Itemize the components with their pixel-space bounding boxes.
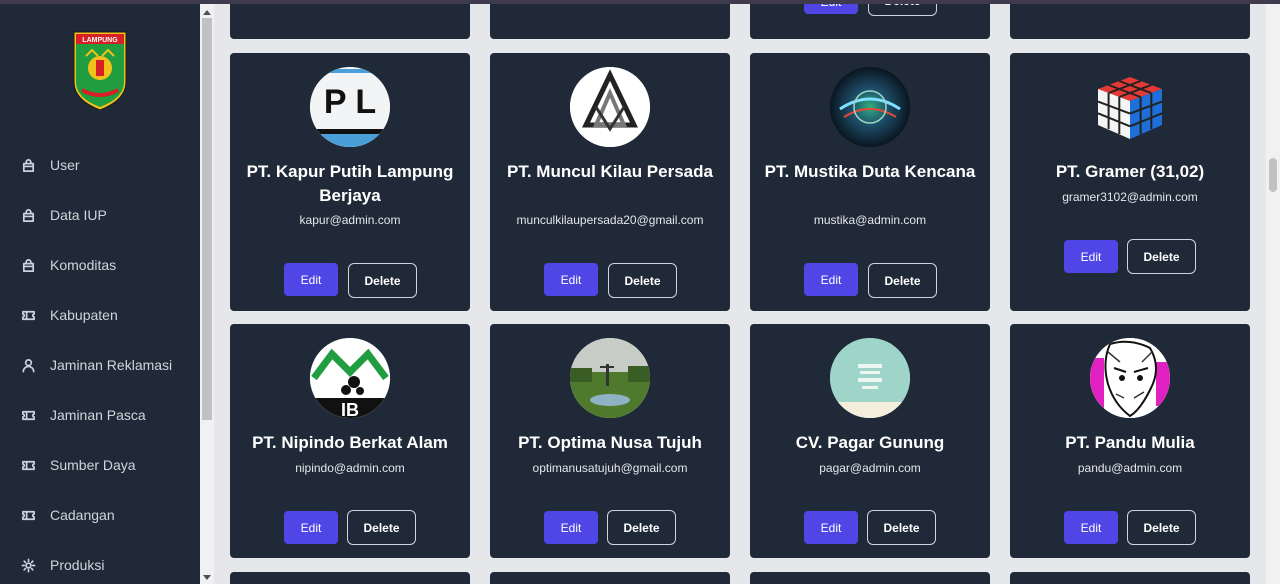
company-card-partial: Edit Delete — [750, 0, 990, 39]
company-avatar — [830, 67, 910, 147]
sidebar-item-produksi[interactable]: Produksi — [20, 550, 104, 580]
window-top-border — [0, 0, 1280, 4]
sidebar-item-komoditas[interactable]: Komoditas — [20, 250, 116, 280]
avatar-text: P L — [324, 83, 376, 121]
logo-text: LAMPUNG — [82, 37, 118, 44]
delete-button[interactable]: Delete — [1127, 239, 1196, 274]
company-email: kapur@admin.com — [299, 213, 401, 227]
company-name: PT. Mustika Duta Kencana — [764, 162, 976, 181]
company-card: IB PT. Nipindo Berkat Alam nipindo@admin… — [230, 324, 470, 558]
company-email: mustika@admin.com — [813, 213, 927, 227]
sidebar-item-cadangan[interactable]: Cadangan — [20, 500, 115, 530]
company-card-partial — [490, 572, 730, 584]
company-email: optimanusatujuh@gmail.com — [532, 461, 688, 475]
sidebar-item-sumber-daya[interactable]: Sumber Daya — [20, 450, 136, 480]
page-scrollbar[interactable] — [1266, 4, 1280, 584]
sidebar-item-user[interactable]: User — [20, 150, 80, 180]
edit-button[interactable]: Edit — [804, 263, 858, 296]
company-card: CV. Pagar Gunung pagar@admin.com Edit De… — [750, 324, 990, 558]
bag-icon — [20, 207, 36, 223]
company-card-partial — [750, 572, 990, 584]
company-card-partial — [230, 0, 470, 39]
company-name: PT. Kapur Putih Lampung Berjaya — [246, 162, 454, 205]
delete-button[interactable]: Delete — [868, 263, 937, 298]
avatar-text: IB — [341, 400, 359, 418]
ticket-icon — [20, 507, 36, 523]
company-card: PT. Optima Nusa Tujuh optimanusatujuh@gm… — [490, 324, 730, 558]
company-card-partial — [490, 0, 730, 39]
company-email: nipindo@admin.com — [295, 461, 405, 475]
company-avatar — [830, 338, 910, 418]
company-avatar — [570, 67, 650, 147]
sidebar-item-label: Cadangan — [50, 507, 115, 523]
ticket-icon — [20, 457, 36, 473]
lampung-logo: LAMPUNG — [72, 30, 128, 111]
bag-icon — [20, 157, 36, 173]
company-avatar: IB — [310, 338, 390, 418]
company-name: PT. Optima Nusa Tujuh — [518, 433, 702, 452]
company-name: PT. Muncul Kilau Persada — [507, 162, 713, 181]
delete-button[interactable]: Delete — [348, 263, 417, 298]
delete-button[interactable]: Delete — [607, 510, 676, 545]
ticket-icon — [20, 407, 36, 423]
sidebar-item-label: Jaminan Pasca — [50, 407, 146, 423]
company-avatar — [1090, 67, 1170, 147]
company-card: P L PT. Kapur Putih Lampung Berjaya kapu… — [230, 53, 470, 311]
sidebar-item-jaminan-reklamasi[interactable]: Jaminan Reklamasi — [20, 350, 172, 380]
edit-button[interactable]: Edit — [544, 511, 598, 544]
company-name: PT. Nipindo Berkat Alam — [252, 433, 448, 452]
sidebar-item-kabupaten[interactable]: Kabupaten — [20, 300, 118, 330]
company-email: pagar@admin.com — [819, 461, 921, 475]
sidebar-item-label: Komoditas — [50, 257, 117, 273]
company-email: munculkilaupersada20@gmail.com — [516, 213, 704, 227]
edit-button[interactable]: Edit — [544, 263, 598, 296]
company-avatar — [1090, 338, 1170, 418]
sidebar-item-label: Data IUP — [50, 207, 107, 223]
sidebar-item-label: User — [50, 157, 80, 173]
sidebar-item-label: Produksi — [50, 557, 105, 573]
company-card: PT. Muncul Kilau Persada munculkilaupers… — [490, 53, 730, 311]
sidebar-item-jaminan-pasca[interactable]: Jaminan Pasca — [20, 400, 146, 430]
edit-button[interactable]: Edit — [284, 511, 338, 544]
delete-button[interactable]: Delete — [1127, 510, 1196, 545]
company-card-partial — [1010, 0, 1250, 39]
company-name: PT. Gramer (31,02) — [1055, 162, 1205, 181]
delete-button[interactable]: Delete — [347, 510, 416, 545]
company-name: PT. Pandu Mulia — [1065, 433, 1195, 452]
company-email: gramer3102@admin.com — [1062, 190, 1198, 204]
scrollbar-thumb[interactable] — [1269, 158, 1277, 192]
company-avatar: P L — [310, 67, 390, 147]
company-avatar — [570, 338, 650, 418]
scrollbar-thumb[interactable] — [202, 18, 212, 420]
edit-button[interactable]: Edit — [1064, 240, 1118, 273]
delete-button[interactable]: Delete — [867, 510, 936, 545]
bag-icon — [20, 257, 36, 273]
edit-button[interactable]: Edit — [1064, 511, 1118, 544]
gear-icon — [20, 557, 36, 573]
company-name: CV. Pagar Gunung — [795, 433, 945, 452]
company-card-partial — [230, 572, 470, 584]
sidebar: LAMPUNG User Data IUP Komoditas Kabupate… — [0, 0, 200, 584]
company-card-partial — [1010, 572, 1250, 584]
edit-button[interactable]: Edit — [804, 511, 858, 544]
scroll-up-arrow-icon[interactable] — [203, 10, 211, 15]
ticket-icon — [20, 307, 36, 323]
user-icon — [20, 357, 36, 373]
sidebar-item-label: Sumber Daya — [50, 457, 136, 473]
company-card: PT. Pandu Mulia pandu@admin.com Edit Del… — [1010, 324, 1250, 558]
sidebar-item-label: Jaminan Reklamasi — [50, 357, 173, 373]
sidebar-item-data-iup[interactable]: Data IUP — [20, 200, 107, 230]
delete-button[interactable]: Delete — [608, 263, 677, 298]
company-email: pandu@admin.com — [1077, 461, 1183, 475]
sidebar-scrollbar[interactable] — [200, 4, 214, 584]
edit-button[interactable]: Edit — [284, 263, 338, 296]
company-card: PT. Gramer (31,02) gramer3102@admin.com … — [1010, 53, 1250, 311]
scroll-down-arrow-icon[interactable] — [203, 575, 211, 580]
company-card: PT. Mustika Duta Kencana mustika@admin.c… — [750, 53, 990, 311]
sidebar-item-label: Kabupaten — [50, 307, 118, 323]
